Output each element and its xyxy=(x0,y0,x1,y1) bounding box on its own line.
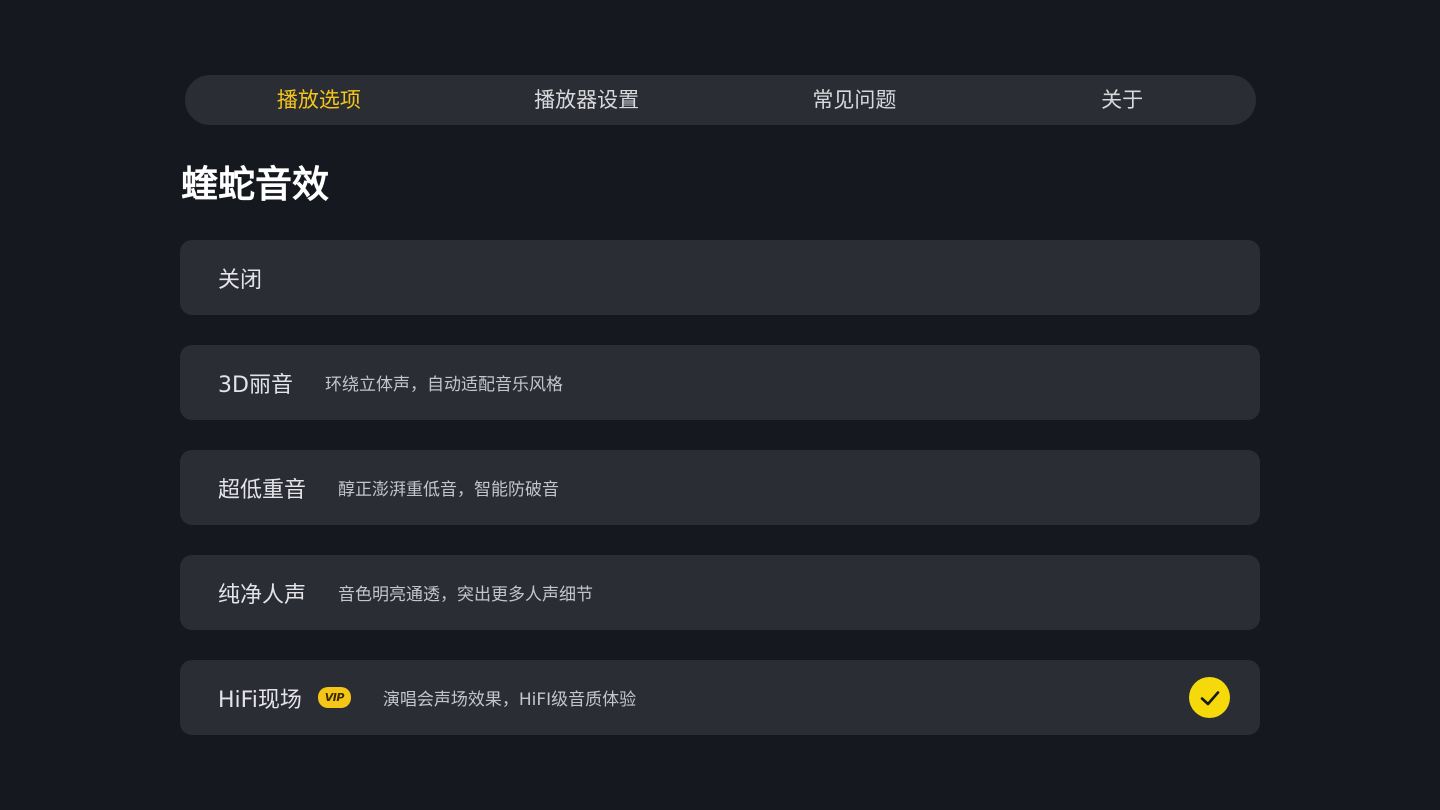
vip-badge-icon: VIP xyxy=(317,687,351,708)
tab-playback-options[interactable]: 播放选项 xyxy=(185,75,453,125)
option-name: HiFi现场 xyxy=(218,687,302,713)
tab-about[interactable]: 关于 xyxy=(988,75,1256,125)
option-description: 醇正澎湃重低音，智能防破音 xyxy=(338,480,560,500)
option-super-bass[interactable]: 超低重音 醇正澎湃重低音，智能防破音 xyxy=(180,450,1260,525)
option-name: 关闭 xyxy=(218,267,263,293)
tab-player-settings[interactable]: 播放器设置 xyxy=(453,75,721,125)
settings-tab-bar: 播放选项 播放器设置 常见问题 关于 xyxy=(185,75,1256,125)
checkmark-icon xyxy=(1200,690,1219,705)
option-name: 超低重音 xyxy=(218,477,307,503)
sound-effect-options-list: 关闭 3D丽音 环绕立体声，自动适配音乐风格 超低重音 醇正澎湃重低音，智能防破… xyxy=(180,240,1260,765)
option-off[interactable]: 关闭 xyxy=(180,240,1260,315)
option-description: 音色明亮通透，突出更多人声细节 xyxy=(338,585,594,605)
option-hifi-live[interactable]: HiFi现场 VIP 演唱会声场效果，HiFI级音质体验 xyxy=(180,660,1260,735)
option-3d-sound[interactable]: 3D丽音 环绕立体声，自动适配音乐风格 xyxy=(180,345,1260,420)
option-name: 纯净人声 xyxy=(218,582,307,608)
tab-faq[interactable]: 常见问题 xyxy=(721,75,989,125)
checkmark-circle-icon xyxy=(1189,677,1230,718)
option-description: 演唱会声场效果，HiFI级音质体验 xyxy=(382,690,637,710)
option-description: 环绕立体声，自动适配音乐风格 xyxy=(324,375,563,395)
section-title: 蝰蛇音效 xyxy=(181,163,329,206)
option-pure-vocal[interactable]: 纯净人声 音色明亮通透，突出更多人声细节 xyxy=(180,555,1260,630)
option-name: 3D丽音 xyxy=(218,372,293,398)
sound-effects-page: 播放选项 播放器设置 常见问题 关于 蝰蛇音效 关闭 3D丽音 环绕立体声，自动… xyxy=(0,0,1440,810)
